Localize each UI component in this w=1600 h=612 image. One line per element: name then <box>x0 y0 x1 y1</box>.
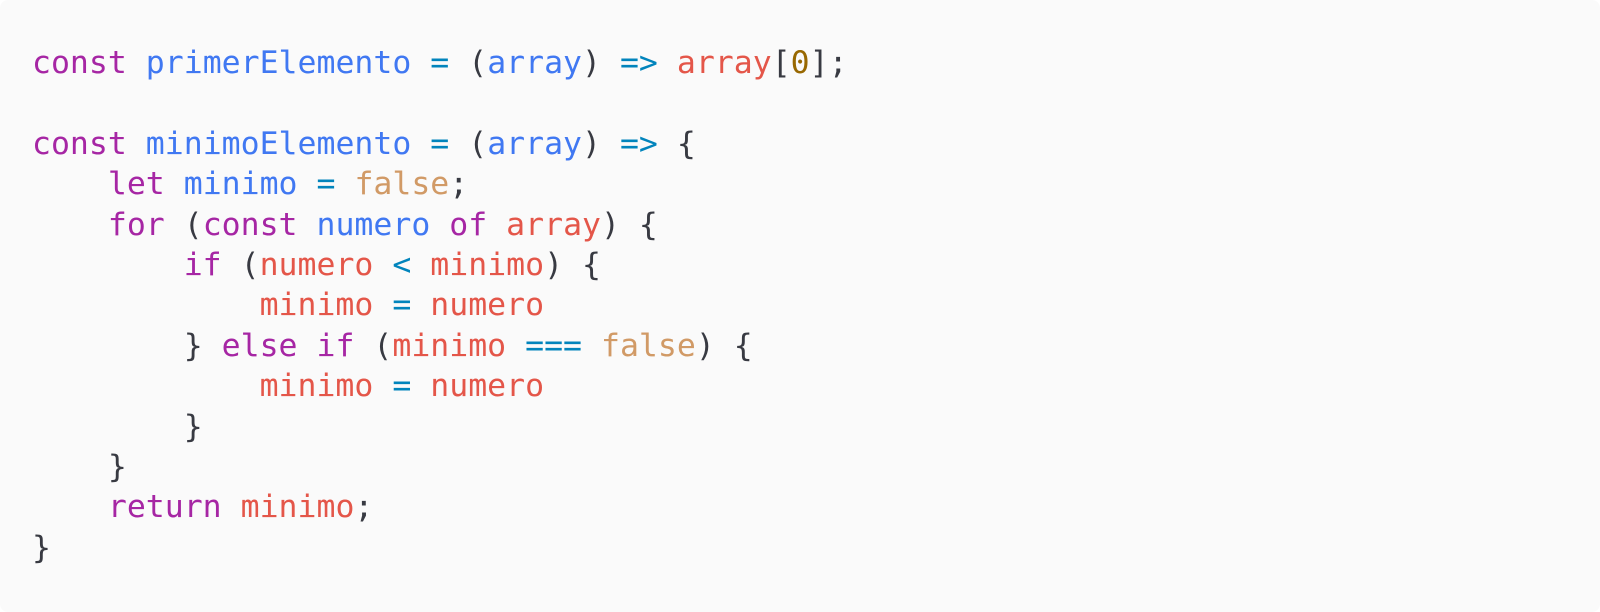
code-token: numero <box>259 246 374 283</box>
code-line: let minimo = false; <box>32 164 848 204</box>
code-line: for (const numero of array) { <box>32 205 848 245</box>
code-token: primerElemento <box>145 45 412 81</box>
code-token: ]; <box>809 45 848 81</box>
code-token: minimo <box>259 368 374 405</box>
code-token: array <box>506 206 601 243</box>
code-token: ( <box>449 125 488 162</box>
code-token: ; <box>354 489 374 526</box>
code-line: return minimo; <box>32 487 848 527</box>
code-token: return <box>107 489 222 526</box>
code-token: minimo <box>430 246 545 283</box>
code-token: numero <box>430 368 545 405</box>
code-token: array <box>487 45 583 81</box>
code-token: = <box>392 368 412 405</box>
code-token: minimo <box>259 287 374 324</box>
code-token: const <box>202 206 298 243</box>
code-line: if (numero < minimo) { <box>32 245 848 285</box>
code-token: ; <box>449 166 469 203</box>
code-token: => <box>619 125 658 162</box>
code-token: => <box>619 45 658 81</box>
code-token: ( <box>449 45 488 81</box>
code-token: { <box>657 125 696 162</box>
code-token: const <box>32 45 127 81</box>
code-token: = <box>316 166 336 203</box>
code-token: [ <box>771 45 791 81</box>
code-token: ) { <box>695 327 753 364</box>
code-token: else <box>221 327 298 364</box>
code-token: minimo <box>240 489 355 526</box>
code-token: = <box>430 45 450 81</box>
code-token: numero <box>316 206 431 243</box>
code-token: const <box>32 125 127 162</box>
code-token: } <box>32 327 222 364</box>
code-token: = <box>392 287 412 324</box>
code-token: ) { <box>544 246 601 283</box>
code-token: numero <box>430 287 545 324</box>
code-line: } <box>32 528 848 568</box>
code-token: minimoElemento <box>145 125 412 162</box>
code-token: ) { <box>601 206 658 243</box>
code-token: ) <box>582 45 620 81</box>
code-block: const primerElemento = (array) => array[… <box>0 0 1600 612</box>
code-token: if <box>316 327 355 364</box>
code-token: minimo <box>183 166 298 203</box>
code-token: false <box>354 166 450 203</box>
code-token: array <box>487 125 583 162</box>
code-token: = <box>430 125 450 162</box>
code-line: } <box>32 447 848 487</box>
code-token: ( <box>164 206 203 243</box>
code-token: === <box>525 327 583 364</box>
code-token: } <box>32 408 203 445</box>
code-content[interactable]: const primerElemento = (array) => array[… <box>32 43 848 568</box>
code-line: const primerElemento = (array) => array[… <box>32 43 848 83</box>
code-token: } <box>32 529 51 566</box>
code-token: < <box>392 246 412 283</box>
code-token: } <box>32 448 127 485</box>
code-token: 0 <box>790 45 810 81</box>
code-line: minimo = numero <box>32 285 848 325</box>
code-token: for <box>107 206 165 243</box>
code-line: minimo = numero <box>32 366 848 406</box>
code-token: ( <box>354 327 393 364</box>
code-token: array <box>676 45 772 81</box>
code-line: const minimoElemento = (array) => { <box>32 124 848 164</box>
code-token: false <box>601 327 696 364</box>
code-token: ) <box>582 125 620 162</box>
code-line: } <box>32 407 848 447</box>
code-token: minimo <box>392 327 507 364</box>
code-token: if <box>183 246 222 283</box>
code-token: of <box>449 206 488 243</box>
code-line: } else if (minimo === false) { <box>32 326 848 366</box>
code-token: let <box>107 166 165 203</box>
code-token: ( <box>221 246 260 283</box>
